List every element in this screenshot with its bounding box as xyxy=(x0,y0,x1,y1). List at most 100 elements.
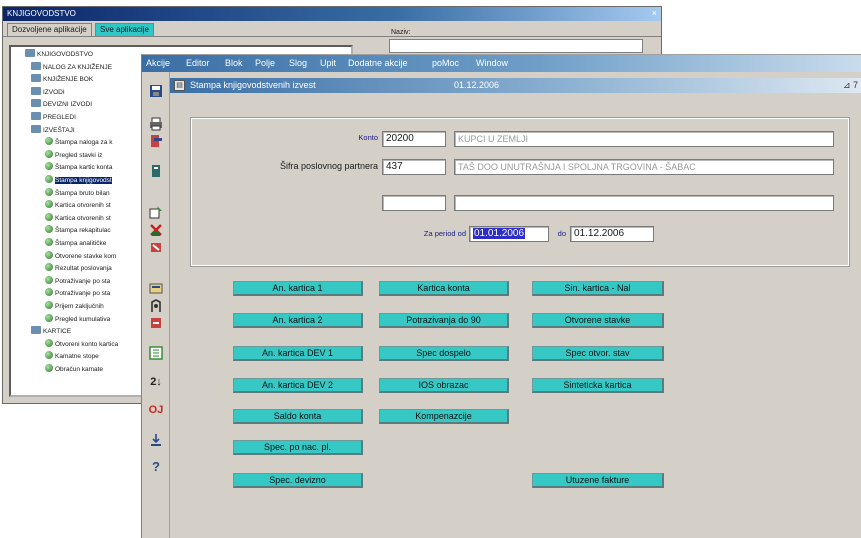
folder-icon xyxy=(31,61,41,70)
query-icon[interactable] xyxy=(147,279,165,297)
menu-upit[interactable]: Upit xyxy=(318,56,338,71)
tree-item[interactable]: Obračun kamate xyxy=(45,364,103,375)
menu-pomoc[interactable]: poMoc xyxy=(430,56,461,71)
extra-code-field[interactable] xyxy=(382,195,446,211)
tree-item-label: Kartica otvorenih st xyxy=(55,214,111,222)
module-icon xyxy=(45,225,53,234)
menu-slog[interactable]: Slog xyxy=(287,56,309,71)
menu-window[interactable]: Window xyxy=(474,56,510,71)
spec-otvor-stav-button[interactable]: Spec otvor. stav xyxy=(532,346,664,361)
kompenzacije-button[interactable]: Kompenazcije xyxy=(379,409,509,424)
menu-blok[interactable]: Blok xyxy=(223,56,245,71)
module-icon xyxy=(45,301,53,309)
exit-icon[interactable] xyxy=(147,132,165,150)
tree-item[interactable]: Pregled stavki iz xyxy=(45,149,102,161)
naziv-label: Naziv: xyxy=(391,29,411,36)
spec-po-nac-pl-button[interactable]: Spec. po nac. pl. xyxy=(233,440,363,455)
execute-query-icon[interactable] xyxy=(147,297,165,315)
naziv-field[interactable] xyxy=(389,39,643,53)
period-from-value: 01.01.2006 xyxy=(473,228,526,239)
module-icon xyxy=(45,149,53,158)
tree-item[interactable]: Prijem zaključnih xyxy=(45,301,104,312)
spec-dospelo-button[interactable]: Spec dospelo xyxy=(379,346,509,361)
period-to-field[interactable]: 01.12.2006 xyxy=(570,226,654,242)
tree-item[interactable]: Kartica otvorenih st xyxy=(45,200,111,211)
an-kartica-2-button[interactable]: An. kartica 2 xyxy=(233,313,363,328)
konto-field[interactable]: 20200 xyxy=(382,131,446,147)
extra-name-field[interactable] xyxy=(454,195,834,211)
tree-item[interactable]: Otvoreni konto kartica xyxy=(45,338,118,350)
tree-item-label: Potraživanje po sta xyxy=(55,290,111,298)
menu-akcije[interactable]: Akcije xyxy=(144,56,172,71)
module-icon xyxy=(45,338,53,347)
tree-item[interactable]: Potraživanje po sta xyxy=(45,275,110,287)
tree-item[interactable]: Kamatne stope xyxy=(45,351,99,362)
download-icon[interactable] xyxy=(147,431,165,449)
delete-record-icon[interactable] xyxy=(147,221,165,239)
tree-item[interactable]: PREGLEDI xyxy=(31,112,76,123)
menu-polje[interactable]: Polje xyxy=(253,56,277,71)
window-controls-icon[interactable]: ⊿ 7 xyxy=(843,78,858,93)
an-kartica-1-button[interactable]: An. kartica 1 xyxy=(233,281,363,296)
oj-icon[interactable]: OJ xyxy=(147,401,165,419)
save-icon[interactable] xyxy=(147,82,165,100)
tree-item[interactable]: Štampa analitičke xyxy=(45,238,106,249)
ios-obrazac-button[interactable]: IOS obrazac xyxy=(379,378,509,393)
an-kartica-dev-1-button[interactable]: An. kartica DEV 1 xyxy=(233,346,363,361)
vertical-toolbar: 2↓ OJ ? xyxy=(142,72,170,538)
potrazivanja-do-90-button[interactable]: Potrazivanja do 90 xyxy=(379,313,509,328)
tree-item[interactable]: Potraživanje po sta xyxy=(45,288,110,299)
tree-item[interactable]: Pregled kumulativa xyxy=(45,313,110,325)
tree-item-label: Štampa rekapitulac xyxy=(55,227,111,235)
utuzene-fakture-button[interactable]: Utuzene fakture xyxy=(532,473,664,488)
help-icon[interactable]: ? xyxy=(147,457,165,475)
clear-record-icon[interactable] xyxy=(147,238,165,256)
tab-dozvoljene-aplikacije[interactable]: Dozvoljene aplikacije xyxy=(7,23,92,36)
tree-item[interactable]: IZVEŠTAJI xyxy=(31,124,75,136)
tree-item[interactable]: Štampa naloga za k xyxy=(45,137,112,148)
list-values-icon[interactable] xyxy=(147,344,165,362)
tree-item[interactable]: Kartica otvorenih st xyxy=(45,212,111,224)
menu-dodatne-akcije[interactable]: Dodatne akcije xyxy=(346,56,410,71)
print-icon[interactable] xyxy=(147,115,165,133)
tree-item[interactable]: DEVIZNI IZVODI xyxy=(31,99,92,110)
tree-item[interactable]: NALOG ZA KNJIŽENJE xyxy=(31,61,112,73)
period-from-field[interactable]: 01.01.2006 xyxy=(469,226,549,242)
tree-item[interactable]: KARTICE xyxy=(31,326,71,337)
module-icon xyxy=(45,212,53,221)
background-window-title: KNJIGOVODSTVO xyxy=(7,9,76,18)
cancel-query-icon[interactable] xyxy=(147,314,165,332)
insert-record-icon[interactable] xyxy=(147,203,165,221)
spec-devizno-button[interactable]: Spec. devizno xyxy=(233,473,363,488)
sinteticka-kartica-button[interactable]: Sinteticka kartica xyxy=(532,378,664,393)
kartica-konta-button[interactable]: Kartica konta xyxy=(379,281,509,296)
saldo-konta-button[interactable]: Saldo konta xyxy=(233,409,363,424)
close-icon[interactable]: × xyxy=(652,8,657,18)
tab-sve-aplikacije[interactable]: Sve aplikacije xyxy=(95,23,154,36)
tree-item-label: IZVODI xyxy=(43,88,65,96)
an-kartica-dev-2-button[interactable]: An. kartica DEV 2 xyxy=(233,378,363,393)
sort-icon[interactable]: 2↓ xyxy=(147,373,165,391)
tree-item[interactable]: Otvorene stavke kom xyxy=(45,250,116,262)
menu-bar: Akcije Editor Blok Polje Slog Upit Dodat… xyxy=(142,55,861,72)
tree-item[interactable]: Rezultat poslovanja xyxy=(45,263,112,274)
tree-item[interactable]: IZVODI xyxy=(31,86,65,98)
tree-item[interactable]: KNJIGOVODSTVO xyxy=(25,49,93,60)
menu-editor[interactable]: Editor xyxy=(184,56,212,71)
sin-kartica-nal-button[interactable]: Sin. kartica - Nal xyxy=(532,281,664,296)
tree-item[interactable]: KNJIŽENJE BOK xyxy=(31,74,93,85)
document-icon[interactable] xyxy=(147,162,165,180)
partner-code-field[interactable]: 437 xyxy=(382,159,446,175)
tree-item[interactable]: Štampa bruto bilan xyxy=(45,187,110,199)
module-icon xyxy=(45,187,53,196)
partner-label: Šifra poslovnog partnera xyxy=(279,161,378,171)
module-icon xyxy=(45,175,53,183)
report-window-titlebar: ▤ Stampa knjigovodstvenih izvest 01.12.2… xyxy=(170,78,861,93)
otvorene-stavke-button[interactable]: Otvorene stavke xyxy=(532,313,664,328)
tree-item[interactable]: Štampa knjigovodst xyxy=(45,175,112,186)
window-icon[interactable]: ▤ xyxy=(174,80,185,91)
tree-item[interactable]: Štampa rekapitulac xyxy=(45,225,111,236)
tree-item[interactable]: Štampa kartic konta xyxy=(45,162,112,173)
tree-item-label: KNJIGOVODSTVO xyxy=(37,51,93,58)
partner-name-field: TAŠ DOO UNUTRAŠNJA I SPOLJNA TRGOVINA - … xyxy=(454,159,834,175)
